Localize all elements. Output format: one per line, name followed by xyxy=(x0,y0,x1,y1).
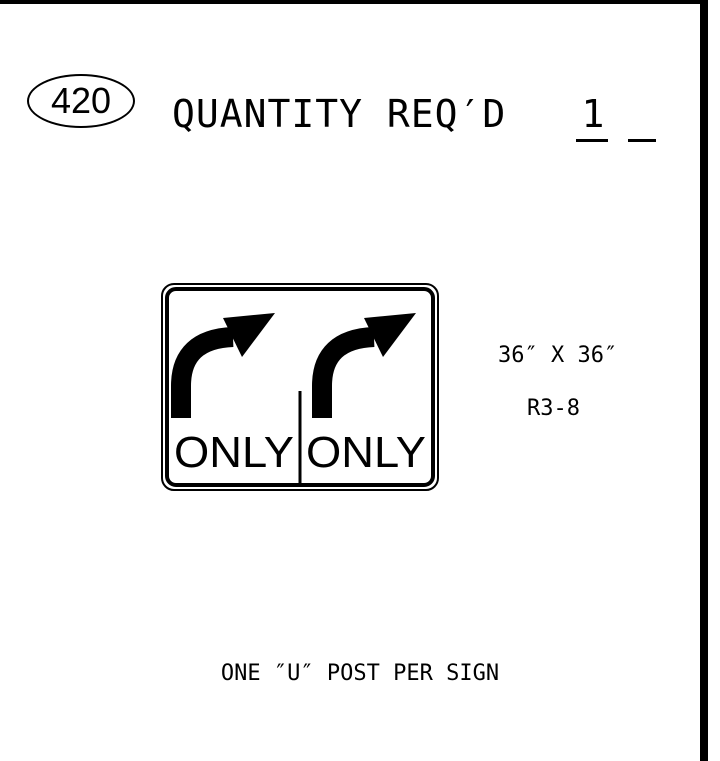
quantity-blank-underline xyxy=(628,139,656,142)
sign-size-label: 36″ X 36″ xyxy=(498,343,618,368)
sign-legend-left: ONLY xyxy=(174,428,294,477)
post-note: ONE ″U″ POST PER SIGN xyxy=(220,661,500,686)
sign-legend-right: ONLY xyxy=(306,428,426,477)
sheet-top-border xyxy=(0,0,708,4)
sign-code-label: R3-8 xyxy=(527,396,580,421)
item-number: 420 xyxy=(50,80,112,121)
quantity-label: QUANTITY REQ′D xyxy=(172,92,507,136)
quantity-value-underline xyxy=(576,139,608,142)
lane-use-sign: ONLY ONLY xyxy=(161,283,439,491)
item-number-oval: 420 xyxy=(27,74,135,128)
quantity-value: 1 xyxy=(581,92,605,136)
sheet-right-border xyxy=(700,0,708,761)
sign-graphic: ONLY ONLY xyxy=(161,283,439,491)
